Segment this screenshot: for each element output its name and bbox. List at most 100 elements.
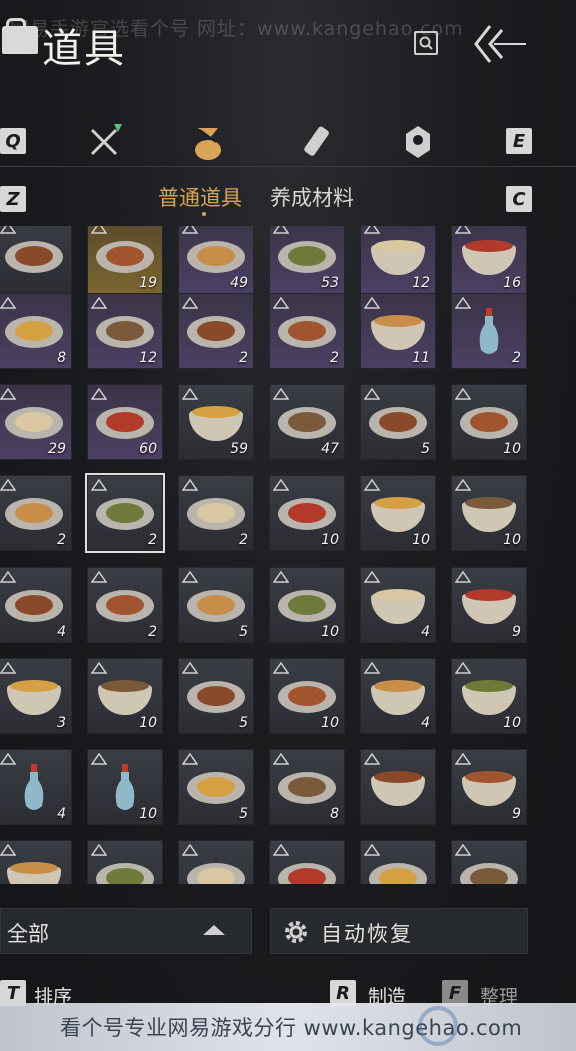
item-slot[interactable]: 11	[360, 293, 436, 369]
item-slot[interactable]: 2	[178, 475, 254, 551]
auto-restore-button[interactable]: 自动恢复	[270, 908, 528, 954]
category-tag-icon	[273, 226, 289, 234]
category-tag-icon	[91, 226, 107, 234]
item-slot[interactable]: 10	[269, 658, 345, 734]
tab-gem[interactable]	[396, 120, 440, 164]
noodle-dish-icon	[187, 772, 245, 805]
item-slot[interactable]: 5	[360, 384, 436, 460]
item-slot[interactable]: 19	[87, 226, 163, 294]
divider	[0, 166, 576, 167]
item-slot[interactable]	[87, 840, 163, 884]
item-quantity: 10	[412, 532, 430, 548]
grilled-fish-icon	[96, 498, 154, 531]
tab-scroll[interactable]	[294, 120, 338, 164]
category-tag-icon	[182, 226, 198, 234]
tab-weapons[interactable]	[82, 120, 126, 164]
next-subtab-key[interactable]: C	[506, 186, 532, 212]
item-slot[interactable]	[0, 226, 72, 294]
prev-category-key[interactable]: Q	[0, 128, 26, 154]
item-quantity: 4	[57, 624, 66, 640]
tab-normal-items[interactable]: 普通道具	[158, 182, 242, 212]
category-tag-icon	[455, 388, 471, 400]
fish-stew-icon	[371, 771, 425, 807]
item-slot[interactable]: 10	[451, 658, 527, 734]
bean-soup-icon	[98, 680, 152, 716]
category-tag-icon	[455, 571, 471, 583]
platter-icon	[369, 407, 427, 440]
item-slot[interactable]: 3	[0, 658, 72, 734]
category-tag-icon	[364, 226, 380, 234]
item-slot[interactable]: 10	[87, 749, 163, 825]
item-slot[interactable]: 16	[451, 226, 527, 294]
item-slot[interactable]: 5	[178, 567, 254, 643]
item-slot[interactable]: 2	[178, 293, 254, 369]
item-slot[interactable]: 4	[360, 658, 436, 734]
pouch-icon	[195, 128, 221, 160]
filter-dropdown[interactable]: 全部	[0, 908, 252, 954]
item-slot[interactable]: 4	[360, 567, 436, 643]
item-quantity: 4	[421, 715, 430, 731]
spicy-bowl-icon	[462, 771, 516, 807]
item-slot[interactable]: 2	[87, 567, 163, 643]
item-slot[interactable]: 8	[0, 293, 72, 369]
item-slot[interactable]	[269, 840, 345, 884]
auto-restore-label: 自动恢复	[321, 922, 413, 946]
category-tag-icon	[273, 844, 289, 856]
braised-dish-icon	[5, 316, 63, 349]
item-slot[interactable]	[451, 840, 527, 884]
search-button[interactable]	[414, 31, 438, 55]
chicken-dish-icon	[187, 590, 245, 623]
item-slot[interactable]: 2	[0, 475, 72, 551]
double-chevron-left-icon	[474, 25, 526, 63]
item-slot[interactable]	[360, 749, 436, 825]
item-slot[interactable]: 12	[360, 226, 436, 294]
item-slot[interactable]: 9	[451, 749, 527, 825]
item-slot[interactable]: 10	[269, 567, 345, 643]
item-slot[interactable]: 4	[0, 749, 72, 825]
item-slot[interactable]: 10	[269, 475, 345, 551]
item-slot[interactable]: 8	[269, 749, 345, 825]
pancake-icon	[187, 498, 245, 531]
item-slot[interactable]: 9	[451, 567, 527, 643]
category-tag-icon	[364, 753, 380, 765]
category-tag-icon	[182, 479, 198, 491]
item-slot[interactable]	[178, 840, 254, 884]
item-slot[interactable]: 10	[451, 384, 527, 460]
prev-subtab-key[interactable]: Z	[0, 186, 26, 212]
item-slot[interactable]: 47	[269, 384, 345, 460]
item-slot[interactable]: 2	[451, 293, 527, 369]
triangle-up-icon	[203, 925, 225, 935]
bag-icon	[2, 18, 38, 54]
category-tag-icon	[455, 753, 471, 765]
item-slot[interactable]	[0, 840, 72, 884]
item-slot[interactable]	[360, 840, 436, 884]
item-slot[interactable]: 12	[87, 293, 163, 369]
item-slot[interactable]: 10	[360, 475, 436, 551]
item-slot[interactable]: 49	[178, 226, 254, 294]
item-quantity: 60	[139, 441, 157, 457]
item-slot[interactable]: 60	[87, 384, 163, 460]
item-slot[interactable]: 5	[178, 749, 254, 825]
item-slot[interactable]: 10	[451, 475, 527, 551]
category-tag-icon	[364, 844, 380, 856]
red-soup-icon	[371, 680, 425, 716]
item-slot[interactable]: 59	[178, 384, 254, 460]
item-quantity: 10	[503, 715, 521, 731]
item-slot[interactable]: 2	[85, 473, 165, 553]
tangyuan-bowl-icon	[371, 589, 425, 625]
item-slot[interactable]: 10	[87, 658, 163, 734]
item-slot[interactable]: 5	[178, 658, 254, 734]
next-category-key[interactable]: E	[506, 128, 532, 154]
item-slot[interactable]: 4	[0, 567, 72, 643]
tab-bag[interactable]	[186, 120, 230, 164]
item-slot[interactable]: 53	[269, 226, 345, 294]
item-quantity: 5	[239, 806, 248, 822]
category-tag-icon	[273, 571, 289, 583]
tab-materials[interactable]: 养成材料	[270, 182, 354, 212]
back-button[interactable]	[472, 22, 528, 66]
item-slot[interactable]: 2	[269, 293, 345, 369]
rice-bowl-icon	[462, 680, 516, 716]
category-tag-icon	[364, 388, 380, 400]
item-slot[interactable]: 29	[0, 384, 72, 460]
item-quantity: 19	[139, 275, 157, 291]
